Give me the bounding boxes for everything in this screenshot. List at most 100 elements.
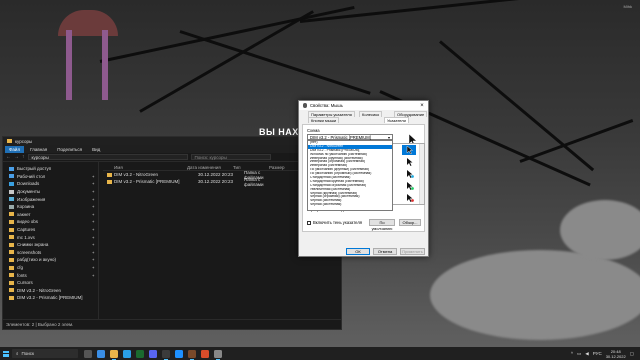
clock[interactable]: 20:48 30.12.2022: [606, 349, 626, 359]
nav-item[interactable]: видео obs ✦: [3, 218, 98, 226]
tab-wheel[interactable]: Колесико: [359, 111, 383, 117]
desktop-icon: [9, 174, 14, 179]
pin-icon: ✦: [91, 249, 95, 255]
dialog-tabs: Параметры указателя Колесико Оборудовани…: [302, 111, 428, 124]
ok-button[interactable]: ОК: [346, 248, 370, 255]
explorer-ribbon: Файл Главная Поделиться Вид: [3, 145, 341, 153]
ribbon-tab-share[interactable]: Поделиться: [53, 146, 86, 153]
pin-icon: ✦: [91, 257, 95, 263]
recycle-bin-icon: [9, 204, 14, 209]
task-view-icon[interactable]: [84, 349, 92, 358]
nav-item[interactable]: Рабочий стол ✦: [3, 173, 98, 181]
tab-pointers[interactable]: Указатели: [384, 117, 409, 123]
network-icon[interactable]: ▭: [577, 351, 581, 357]
mouse-properties-dialog: Свойства: Мышь × Параметры указателя Кол…: [298, 100, 429, 257]
cancel-button[interactable]: Отмена: [373, 248, 397, 255]
scheme-dropdown-list: (нет) DIM v3.2 - NitroGreen DIM v3.2 - P…: [307, 140, 393, 211]
nav-item[interactable]: screenshots ✦: [3, 249, 98, 257]
folder-icon: [9, 257, 14, 262]
notification-icon[interactable]: ▢: [630, 351, 634, 357]
nav-item[interactable]: DIM v3.2 - Prismatic [PREMIUM]: [3, 294, 98, 302]
pin-icon: ✦: [91, 196, 95, 202]
ribbon-tab-view[interactable]: Вид: [88, 146, 104, 153]
back-arrow-icon[interactable]: ←: [6, 154, 11, 160]
nav-item[interactable]: DIM v3.2 - NitroGreen: [3, 287, 98, 295]
nav-item[interactable]: рабд(тихо и акуно) ✦: [3, 256, 98, 264]
forward-arrow-icon[interactable]: →: [14, 154, 19, 160]
pin-icon: ✦: [91, 272, 95, 278]
up-arrow-icon[interactable]: ↑: [22, 154, 25, 160]
dialog-title: Свойства: Мышь: [310, 103, 343, 108]
download-icon: [9, 181, 14, 186]
scheme-option[interactable]: Черная (системная): [308, 203, 392, 207]
folder-icon: [9, 250, 14, 255]
nav-item[interactable]: Cursors: [3, 279, 98, 287]
nav-item[interactable]: Изображения ✦: [3, 195, 98, 203]
pin-icon: ✦: [91, 181, 95, 187]
nav-item[interactable]: Captures ✦: [3, 226, 98, 234]
use-default-button[interactable]: По умолчанию: [369, 219, 395, 231]
pin-icon: ✦: [91, 227, 95, 233]
scheme-label: Схема: [307, 128, 320, 133]
help-cursor-icon: [407, 158, 413, 166]
settings-icon[interactable]: [214, 349, 222, 360]
pin-icon: ✦: [91, 211, 95, 217]
nav-item[interactable]: Снимки экрана ✦: [3, 241, 98, 249]
xbox-icon[interactable]: [136, 349, 144, 358]
folder-icon: [9, 242, 14, 247]
steam-icon[interactable]: [175, 349, 183, 358]
file-explorer-icon[interactable]: [110, 349, 118, 360]
taskbar-apps: [84, 349, 222, 360]
folder-icon: [9, 295, 14, 300]
explorer-title: курсоры: [15, 138, 33, 144]
watermark: Mihk: [623, 4, 632, 9]
image-icon: [9, 197, 14, 202]
pointer-shadow-checkbox[interactable]: Включить тень указателя: [307, 220, 362, 225]
status-bar: Элементов: 2 | Выбрано 2 элем.: [3, 319, 341, 329]
folder-icon: [9, 288, 14, 293]
pointer-list-scrollbar[interactable]: [419, 144, 424, 204]
pin-icon: ✦: [91, 189, 95, 195]
column-name[interactable]: Имя: [103, 165, 187, 170]
store-icon[interactable]: [123, 349, 131, 358]
tab-pointer-options[interactable]: Параметры указателя: [308, 111, 355, 117]
discord-icon[interactable]: [149, 349, 157, 358]
nav-item[interactable]: mc 1.xvs ✦: [3, 233, 98, 241]
tab-hardware[interactable]: Оборудование: [394, 111, 428, 117]
app-icon[interactable]: [201, 349, 209, 358]
taskbar-search[interactable]: ⌕ Поиск: [12, 349, 78, 358]
folder-icon: [9, 212, 14, 217]
language-indicator[interactable]: РУС: [593, 351, 602, 356]
browse-button[interactable]: Обзор...: [399, 219, 421, 226]
ribbon-tab-home[interactable]: Главная: [26, 146, 51, 153]
address-bar: ← → ↑ курсоры Поиск: курсоры: [3, 153, 341, 162]
folder-icon: [7, 139, 12, 143]
nav-item[interactable]: Документы ✦: [3, 188, 98, 196]
navigation-pane: Быстрый доступ Рабочий стол ✦ Downloads ✦ …: [3, 162, 99, 319]
nav-item[interactable]: Быстрый доступ: [3, 165, 98, 173]
nav-item[interactable]: Downloads ✦: [3, 180, 98, 188]
file-explorer-window: курсоры Файл Главная Поделиться Вид ← → …: [2, 136, 342, 330]
nav-item[interactable]: хакнет ✦: [3, 211, 98, 219]
folder-icon: [9, 265, 14, 270]
apply-button[interactable]: Применить: [400, 248, 425, 255]
obs-icon[interactable]: [162, 349, 170, 360]
arrow-cursor-icon: [406, 146, 414, 154]
ribbon-tab-file[interactable]: Файл: [5, 145, 25, 153]
edge-icon[interactable]: [97, 349, 105, 358]
minecraft-icon[interactable]: [188, 349, 196, 360]
explorer-search-input[interactable]: Поиск: курсоры: [190, 154, 271, 160]
dialog-titlebar: Свойства: Мышь ×: [299, 101, 428, 110]
pointers-panel: Схема DIM v3.2 - Prismatic [PREMIUM] ▾ (…: [302, 124, 425, 232]
close-icon[interactable]: ×: [416, 103, 428, 109]
column-date[interactable]: Дата изменения: [187, 165, 233, 170]
volume-icon[interactable]: ◀: [585, 351, 588, 357]
tab-buttons[interactable]: Кнопки мыши: [308, 117, 340, 123]
nav-item[interactable]: Корзина ✦: [3, 203, 98, 211]
start-button[interactable]: [0, 347, 12, 360]
nav-item[interactable]: cfg ✦: [3, 264, 98, 272]
address-path-field[interactable]: курсоры: [27, 154, 188, 160]
chevron-up-icon[interactable]: ^: [571, 351, 573, 356]
windows-logo-icon: [3, 350, 9, 357]
nav-item[interactable]: fonts ✦: [3, 271, 98, 279]
